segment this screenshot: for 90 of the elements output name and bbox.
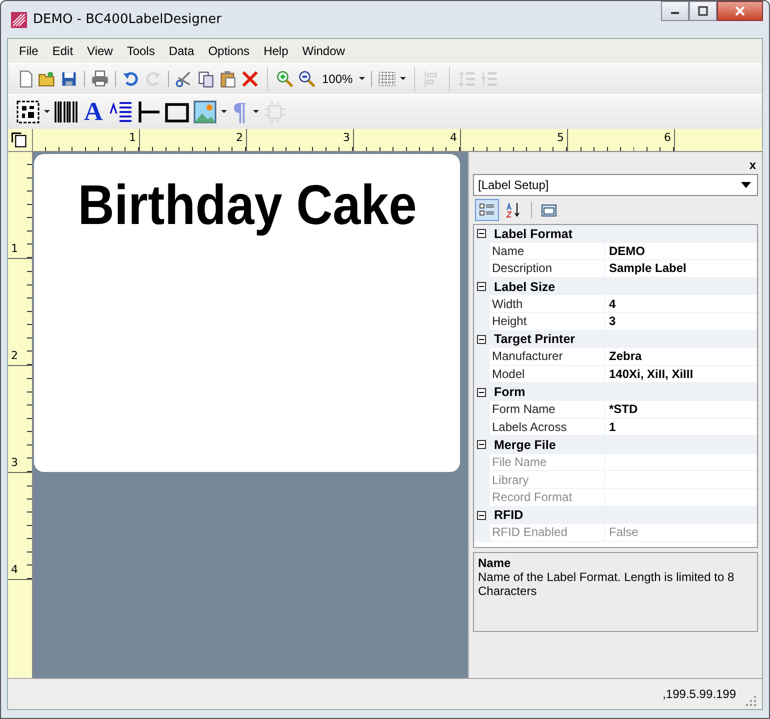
menu-item[interactable]: View <box>80 44 120 58</box>
category-header: Target Printer <box>494 332 576 346</box>
property-value[interactable]: 3 <box>605 312 757 331</box>
ruler-origin-icon[interactable] <box>10 131 28 149</box>
menu-item[interactable]: Help <box>256 44 296 58</box>
ruler-number: 2 <box>11 349 18 362</box>
text-block-icon[interactable] <box>108 100 133 124</box>
menu-item[interactable]: Options <box>201 44 257 58</box>
menu-item[interactable]: Tools <box>120 44 162 58</box>
delete-cross-icon[interactable] <box>241 70 259 88</box>
property-value[interactable]: *STD <box>605 400 757 419</box>
grid-icon[interactable] <box>378 70 396 88</box>
close-button[interactable]: x <box>747 158 758 172</box>
text-tool-button[interactable]: A <box>82 99 105 125</box>
ruler-number: 1 <box>129 131 136 144</box>
barcode-icon[interactable] <box>54 100 78 124</box>
ruler-number: 4 <box>450 131 457 144</box>
close-button[interactable] <box>717 1 763 21</box>
category-header: Form <box>494 385 526 400</box>
property-value[interactable]: Zebra <box>605 348 757 366</box>
ruler-number: 5 <box>557 131 564 144</box>
collapse-toggle-icon[interactable] <box>477 440 486 450</box>
dropdown-arrow-icon[interactable] <box>252 110 259 114</box>
zoom-out-icon[interactable] <box>298 70 316 88</box>
window-title: DEMO - BC400LabelDesigner <box>33 12 222 27</box>
collapse-toggle-icon[interactable] <box>477 334 486 344</box>
categorized-view-icon <box>479 202 495 218</box>
property-name[interactable]: Width <box>490 295 605 313</box>
status-text: ,199.5.99.199 <box>662 687 736 701</box>
property-value[interactable]: 140Xi, XiII, XiIII <box>605 366 757 384</box>
menu-item[interactable]: Edit <box>45 44 80 58</box>
close-icon <box>735 6 745 16</box>
printer-icon[interactable] <box>91 70 109 88</box>
ruler-number: 1 <box>11 242 18 255</box>
resize-grip-icon[interactable] <box>746 696 756 706</box>
maximize-icon <box>698 6 708 16</box>
property-value[interactable]: DEMO <box>605 242 757 260</box>
description-title: Name <box>478 556 512 570</box>
ruler-number: 2 <box>236 131 243 144</box>
image-icon[interactable] <box>192 100 217 124</box>
line-icon[interactable] <box>136 100 161 124</box>
zoom-in-icon[interactable] <box>276 70 294 88</box>
property-name[interactable]: Description <box>490 260 605 278</box>
ruler-number: 3 <box>11 456 18 469</box>
collapse-toggle-icon[interactable] <box>477 510 486 520</box>
clipboard-icon[interactable] <box>219 70 237 88</box>
selector-value: [Label Setup] <box>478 178 549 192</box>
property-value[interactable]: 4 <box>605 295 757 313</box>
menu-item[interactable]: Window <box>295 44 352 58</box>
collapse-toggle-icon[interactable] <box>477 388 486 397</box>
menu-item[interactable]: Data <box>162 44 202 58</box>
menu-item[interactable]: File <box>12 44 46 58</box>
dropdown-arrow-icon[interactable] <box>400 77 406 81</box>
rectangle-icon[interactable] <box>164 100 189 124</box>
ruler-number: 6 <box>664 131 671 144</box>
scissors-icon[interactable] <box>175 70 193 88</box>
sort-az-icon <box>506 202 522 218</box>
collapse-toggle-icon[interactable] <box>477 282 486 292</box>
minimize-button[interactable] <box>661 1 689 21</box>
zoom-dropdown[interactable]: 100% <box>320 72 355 86</box>
app-logo-icon <box>11 12 27 28</box>
dropdown-arrow-icon[interactable] <box>44 110 50 114</box>
collapse-toggle-icon[interactable] <box>477 229 486 238</box>
dropdown-arrow-icon[interactable] <box>358 77 365 81</box>
dropdown-arrow-icon[interactable] <box>741 182 751 188</box>
property-name[interactable]: Form Name <box>490 400 605 419</box>
category-header: RFID <box>494 508 524 522</box>
categorized-view-button[interactable] <box>475 199 499 221</box>
copy-icon[interactable] <box>197 70 215 88</box>
property-value[interactable]: Sample Label <box>605 260 757 278</box>
category-header: Label Size <box>494 280 556 294</box>
maximize-button[interactable] <box>689 1 717 21</box>
property-name[interactable]: Model <box>490 366 605 384</box>
category-header: Label Format <box>494 226 572 241</box>
category-header: Merge File <box>494 438 556 452</box>
property-value[interactable]: 1 <box>605 418 757 436</box>
undo-arrow-icon[interactable] <box>122 70 140 88</box>
object-selector-dropdown[interactable]: [Label Setup] <box>473 174 758 196</box>
ruler-number: 3 <box>343 131 350 144</box>
label-text[interactable]: Birthday Cake <box>78 172 416 237</box>
qr-code-icon[interactable] <box>16 100 40 124</box>
description-text: Name of the Label Format. Length is limited to 8 Characters <box>478 570 736 598</box>
property-name[interactable]: Labels Across <box>490 418 605 436</box>
folder-icon[interactable] <box>38 70 56 88</box>
property-name[interactable]: Manufacturer <box>490 348 605 366</box>
dropdown-arrow-icon[interactable] <box>220 110 227 114</box>
property-name[interactable]: Name <box>490 242 605 260</box>
property-pages-icon <box>541 202 557 218</box>
ruler-number: 4 <box>11 563 18 576</box>
property-name[interactable]: Height <box>490 312 605 331</box>
